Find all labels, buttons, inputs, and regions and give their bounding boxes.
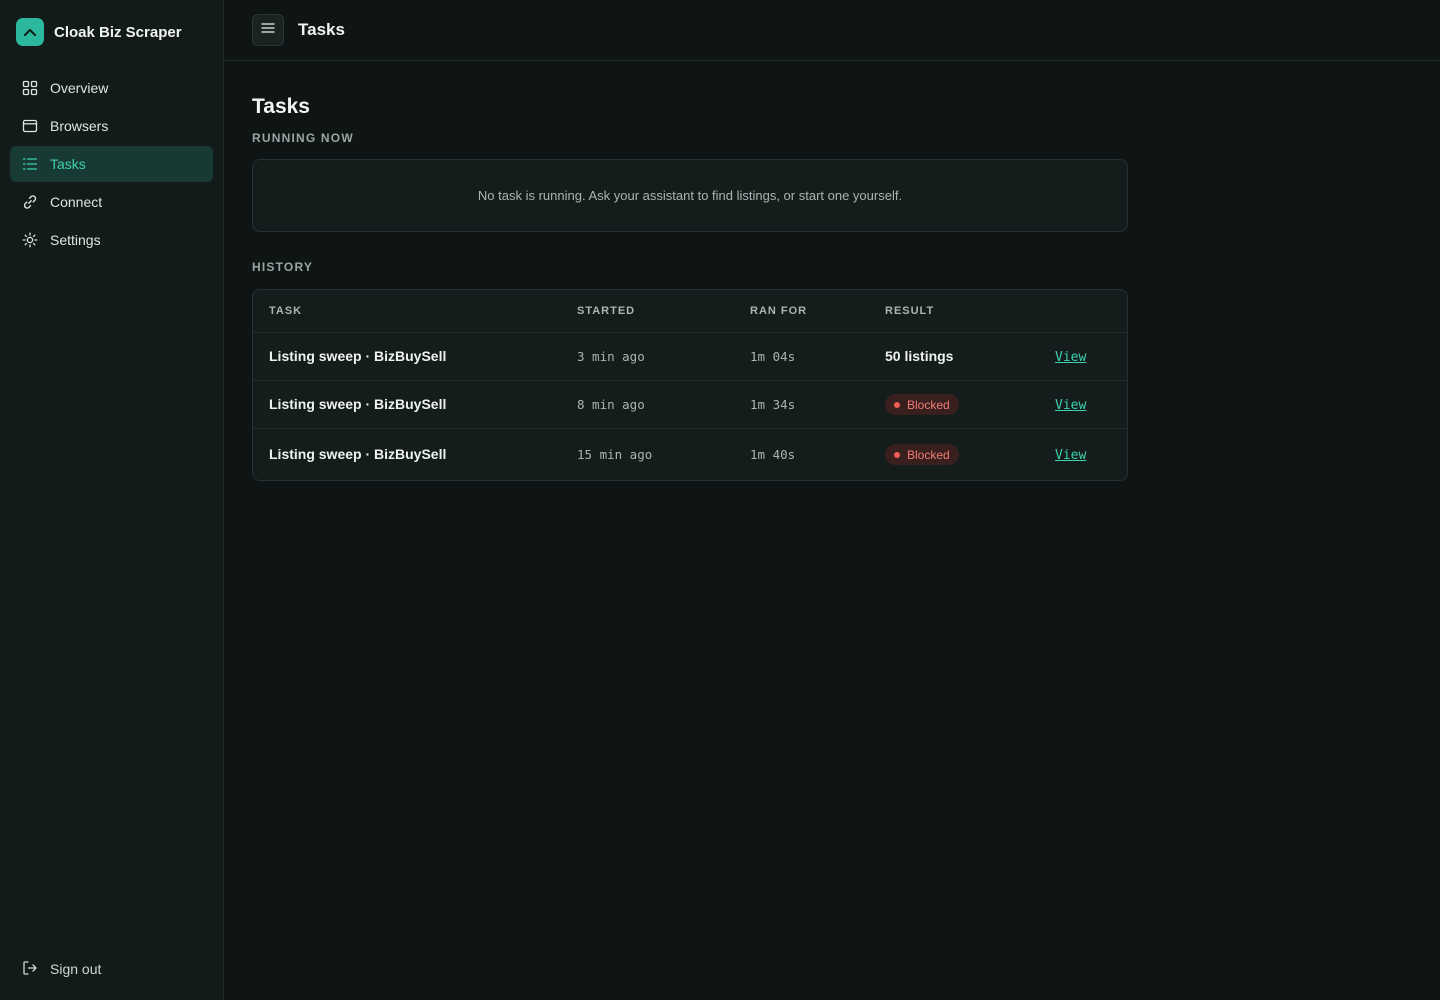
task-started: 3 min ago xyxy=(577,348,645,364)
sidebar-item-tasks[interactable]: Tasks xyxy=(10,146,213,182)
column-header-ran-for: RAN FOR xyxy=(750,305,808,317)
sign-out-button[interactable]: Sign out xyxy=(10,954,213,984)
app-logo-icon xyxy=(16,18,44,46)
hamburger-menu-icon xyxy=(261,21,275,39)
table-header: TASK STARTED RAN FOR RESULT xyxy=(253,290,1127,332)
status-badge-label: Blocked xyxy=(907,447,950,462)
status-badge-blocked: Blocked xyxy=(885,394,959,415)
sidebar-item-settings[interactable]: Settings xyxy=(10,222,213,258)
sidebar-item-label: Browsers xyxy=(50,118,109,134)
task-name: Listing sweep · BizBuySell xyxy=(269,445,447,462)
tasks-page: Tasks RUNNING NOW No task is running. As… xyxy=(224,61,1156,481)
sidebar-item-browsers[interactable]: Browsers xyxy=(10,108,213,144)
sidebar: Cloak Biz Scraper Overview Browsers Task… xyxy=(0,0,224,1000)
task-duration: 1m 34s xyxy=(750,396,796,412)
task-name: Listing sweep · BizBuySell xyxy=(269,395,447,412)
history-table: TASK STARTED RAN FOR RESULT Listing swee… xyxy=(252,289,1128,481)
task-started: 8 min ago xyxy=(577,396,645,412)
sidebar-item-label: Tasks xyxy=(50,156,86,172)
column-header-result: RESULT xyxy=(885,305,935,317)
sidebar-item-label: Connect xyxy=(50,194,103,210)
view-task-link[interactable]: View xyxy=(1055,448,1086,463)
table-row[interactable]: Listing sweep · BizBuySell 15 min ago 1m… xyxy=(253,428,1127,480)
task-started: 15 min ago xyxy=(577,446,653,462)
column-header-started: STARTED xyxy=(577,305,636,317)
task-duration: 1m 04s xyxy=(750,348,796,364)
menu-toggle-button[interactable] xyxy=(252,14,284,46)
running-now-label: RUNNING NOW xyxy=(252,131,354,145)
main-area: Tasks Tasks RUNNING NOW No task is runni… xyxy=(224,0,1440,1000)
sidebar-item-label: Overview xyxy=(50,80,109,96)
task-duration: 1m 40s xyxy=(750,446,796,462)
sidebar-item-connect[interactable]: Connect xyxy=(10,184,213,220)
app-name: Cloak Biz Scraper xyxy=(54,23,182,41)
table-row[interactable]: Listing sweep · BizBuySell 8 min ago 1m … xyxy=(253,380,1127,428)
sign-out-label: Sign out xyxy=(50,961,102,977)
status-dot-icon xyxy=(894,401,900,408)
view-task-link[interactable]: View xyxy=(1055,350,1086,365)
list-icon xyxy=(22,156,38,172)
running-empty-message: No task is running. Ask your assistant t… xyxy=(477,188,903,203)
sign-out-icon xyxy=(22,960,38,979)
topbar-title: Tasks xyxy=(298,20,345,39)
browser-window-icon xyxy=(22,118,38,134)
running-empty-state: No task is running. Ask your assistant t… xyxy=(252,159,1128,232)
status-badge-blocked: Blocked xyxy=(885,444,959,465)
sidebar-nav: Overview Browsers Tasks Connect Settings xyxy=(0,70,223,258)
gear-icon xyxy=(22,232,38,248)
view-task-link[interactable]: View xyxy=(1055,398,1086,413)
brand[interactable]: Cloak Biz Scraper xyxy=(0,0,223,46)
page-title: Tasks xyxy=(252,95,310,118)
task-name: Listing sweep · BizBuySell xyxy=(269,347,447,364)
column-header-task: TASK xyxy=(269,305,303,317)
link-icon xyxy=(22,194,38,210)
status-dot-icon xyxy=(894,451,900,458)
history-label: HISTORY xyxy=(252,260,314,274)
sidebar-item-overview[interactable]: Overview xyxy=(10,70,213,106)
sidebar-item-label: Settings xyxy=(50,232,101,248)
topbar: Tasks xyxy=(224,0,1440,61)
table-row[interactable]: Listing sweep · BizBuySell 3 min ago 1m … xyxy=(253,332,1127,380)
status-badge-label: Blocked xyxy=(907,397,950,412)
task-result: 50 listings xyxy=(885,347,954,364)
grid-icon xyxy=(22,80,38,96)
